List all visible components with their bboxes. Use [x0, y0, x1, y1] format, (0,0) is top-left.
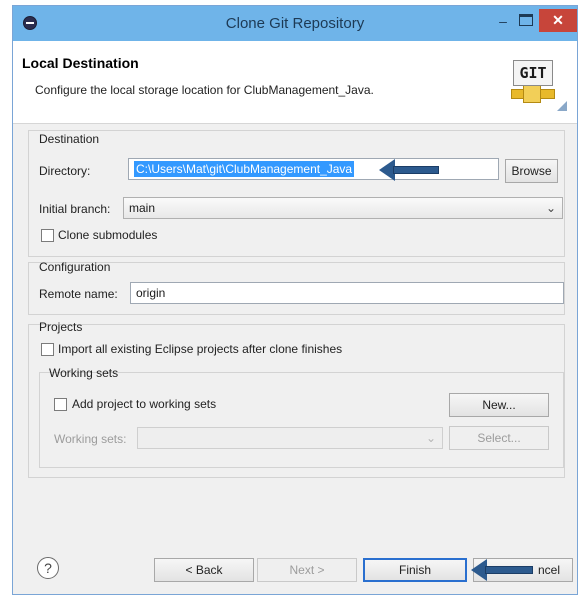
working-sets-group-label: Working sets	[49, 366, 119, 380]
directory-value: C:\Users\Mat\git\ClubManagement_Java	[132, 160, 356, 178]
directory-input[interactable]: C:\Users\Mat\git\ClubManagement_Java	[128, 158, 499, 180]
help-icon[interactable]: ?	[37, 557, 59, 579]
configuration-group-label: Configuration	[39, 260, 111, 274]
initial-branch-label: Initial branch:	[39, 202, 111, 216]
clone-git-repository-dialog: Clone Git Repository – ✕ Local Destinati…	[12, 5, 578, 595]
browse-button[interactable]: Browse	[505, 159, 558, 183]
new-working-set-button[interactable]: New...	[449, 393, 549, 417]
page-description: Configure the local storage location for…	[35, 83, 374, 97]
remote-name-input[interactable]: origin	[130, 282, 564, 304]
page-title: Local Destination	[22, 55, 139, 71]
working-sets-group	[39, 372, 564, 468]
clone-submodules-checkbox[interactable]	[41, 229, 54, 242]
git-logo-icon: GIT	[513, 60, 553, 86]
working-sets-select[interactable]: ⌄	[137, 427, 443, 449]
add-to-working-sets-checkbox[interactable]	[54, 398, 67, 411]
import-projects-label: Import all existing Eclipse projects aft…	[58, 342, 343, 356]
finish-button[interactable]: Finish	[363, 558, 467, 582]
annotation-arrow-icon	[471, 559, 533, 581]
import-projects-checkbox[interactable]	[41, 343, 54, 356]
initial-branch-select[interactable]: main ⌄	[123, 197, 563, 219]
back-button[interactable]: < Back	[154, 558, 254, 582]
title-bar: Clone Git Repository – ✕	[13, 6, 577, 41]
directory-label: Directory:	[39, 164, 91, 178]
remote-name-value: origin	[136, 286, 166, 300]
arrow-shaft	[393, 166, 439, 174]
initial-branch-value: main	[129, 201, 156, 215]
destination-group-label: Destination	[39, 132, 100, 146]
maximize-button[interactable]	[519, 14, 533, 26]
clone-submodules-label: Clone submodules	[58, 228, 158, 242]
close-button[interactable]: ✕	[539, 9, 577, 32]
git-logo-node	[523, 85, 541, 103]
add-to-working-sets-label: Add project to working sets	[72, 397, 217, 411]
select-working-sets-button[interactable]: Select...	[449, 426, 549, 450]
header-corner-icon	[557, 101, 567, 111]
projects-group-label: Projects	[39, 320, 83, 334]
wizard-header: Local Destination Configure the local st…	[13, 41, 577, 124]
minimize-button[interactable]: –	[491, 12, 515, 32]
next-button[interactable]: Next >	[257, 558, 357, 582]
annotation-arrow-icon	[379, 159, 439, 181]
cancel-button-label: ncel	[537, 563, 560, 577]
arrow-shaft	[485, 566, 533, 574]
working-sets-label: Working sets:	[54, 432, 127, 446]
chevron-down-icon: ⌄	[425, 431, 436, 445]
chevron-down-icon: ⌄	[545, 201, 556, 215]
remote-name-label: Remote name:	[39, 287, 118, 301]
